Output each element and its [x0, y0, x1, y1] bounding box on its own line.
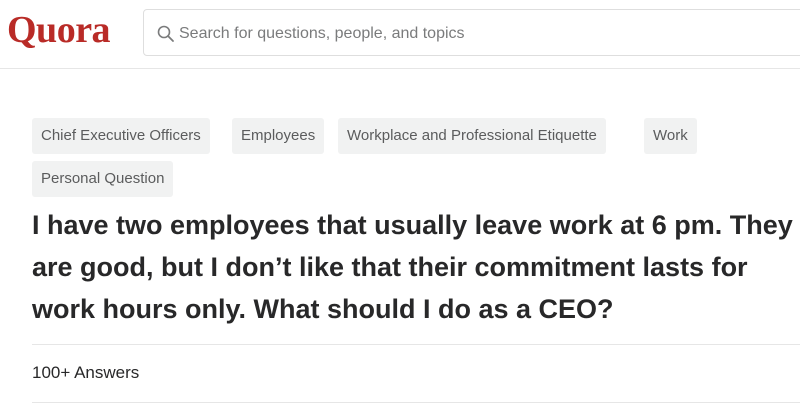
- search-placeholder: Search for questions, people, and topics: [179, 25, 465, 42]
- divider: [32, 344, 800, 345]
- search-icon: [157, 25, 174, 42]
- answers-count: 100+ Answers: [32, 363, 140, 382]
- question-title[interactable]: I have two employees that usually leave …: [32, 204, 800, 330]
- search-bar[interactable]: Search for questions, people, and topics: [143, 9, 800, 56]
- divider: [32, 402, 800, 403]
- topic-chip-chief-executive-officers[interactable]: Chief Executive Officers: [32, 118, 210, 154]
- topic-chip-employees[interactable]: Employees: [232, 118, 325, 154]
- topic-chip-personal-question[interactable]: Personal Question: [32, 161, 174, 197]
- topic-chip-workplace-etiquette[interactable]: Workplace and Professional Etiquette: [338, 118, 606, 154]
- quora-logo[interactable]: Quora: [7, 6, 111, 54]
- topic-chip-work[interactable]: Work: [644, 118, 697, 154]
- top-header: Quora Search for questions, people, and …: [0, 0, 800, 69]
